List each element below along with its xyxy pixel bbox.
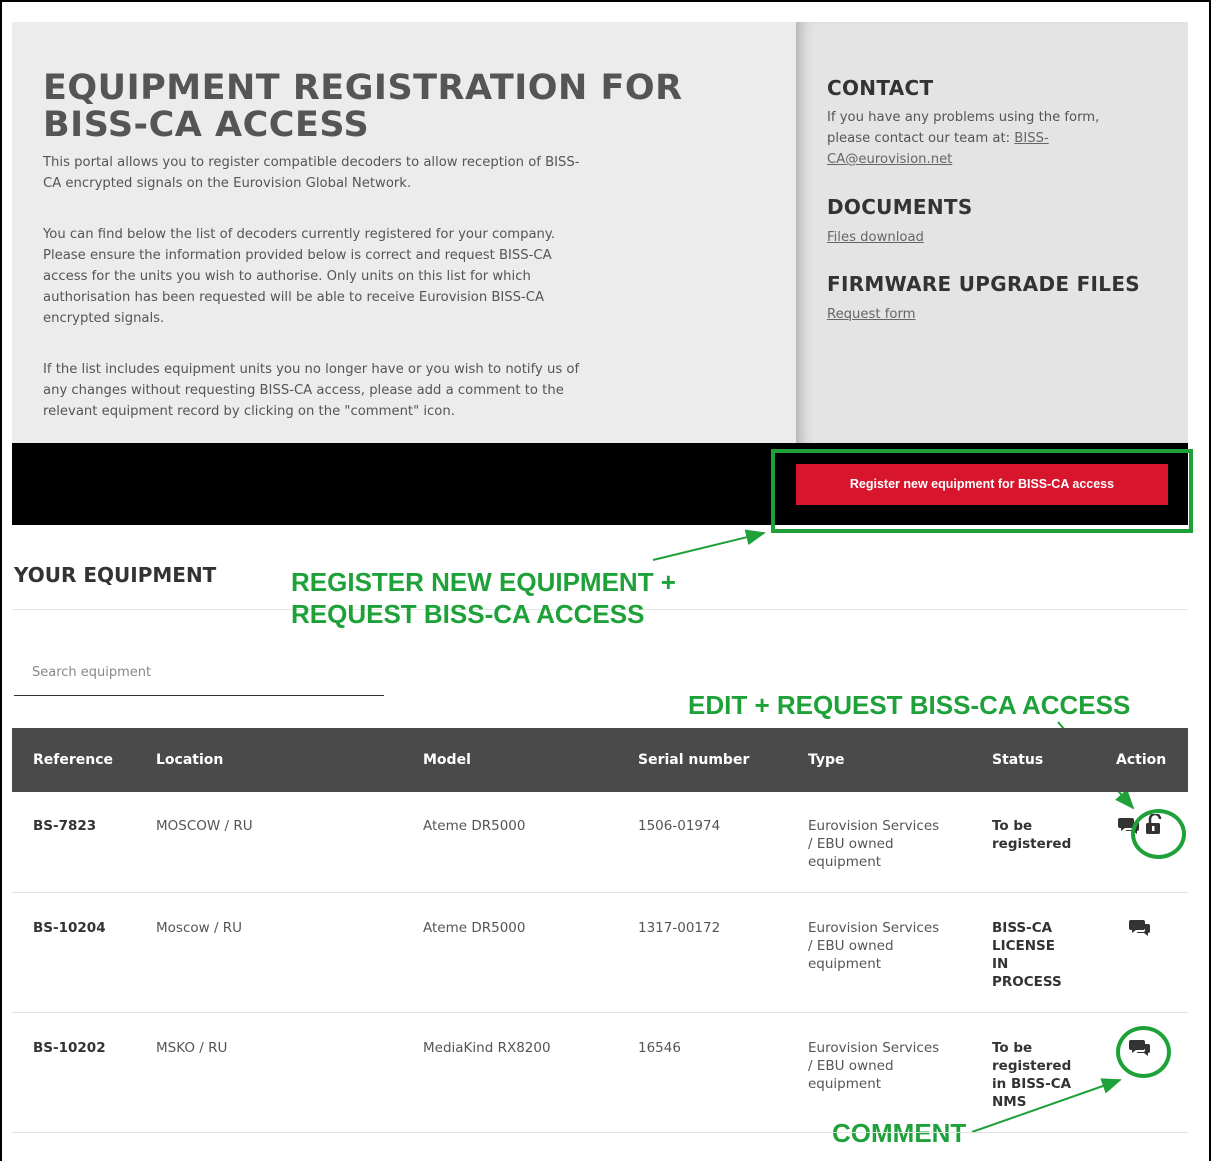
cell-status-line: NMS [992, 1094, 1027, 1110]
row-divider [12, 1132, 1188, 1133]
cell-status: To be registered in BISS-CA NMS [992, 1039, 1082, 1111]
cell-status-line: BISS-CA [992, 920, 1053, 936]
page-title: EQUIPMENT REGISTRATION FOR BISS-CA ACCES… [43, 70, 763, 144]
annotation-circle-comment [1116, 1026, 1171, 1078]
cell-type-line: / EBU owned [808, 938, 894, 954]
cell-reference: BS-10204 [33, 920, 106, 936]
annotation-register: REGISTER NEW EQUIPMENT + REQUEST BISS-CA… [291, 566, 676, 630]
cell-type: Eurovision Services / EBU owned equipmen… [808, 919, 958, 973]
cell-model: MediaKind RX8200 [423, 1040, 551, 1056]
annotation-register-line: REGISTER NEW EQUIPMENT + [291, 567, 676, 597]
cell-type: Eurovision Services / EBU owned equipmen… [808, 817, 958, 871]
cell-status-line: To be [992, 1040, 1033, 1056]
cell-model: Ateme DR5000 [423, 818, 526, 834]
cell-status-line: in BISS-CA [992, 1076, 1072, 1092]
cell-status-line: To be [992, 818, 1033, 834]
annotation-highlight-register [771, 449, 1193, 533]
cell-serial: 1317-00172 [638, 920, 721, 936]
instructions-line: authorisation has been requested will be… [43, 290, 545, 305]
contact-email-link[interactable]: BISS- [1014, 131, 1048, 146]
cell-status: BISS-CA LICENSE IN PROCESS [992, 919, 1082, 991]
cell-location: Moscow / RU [156, 920, 243, 936]
cell-status-line: PROCESS [992, 974, 1062, 990]
cell-type-line: / EBU owned [808, 836, 894, 852]
contact-heading: CONTACT [827, 76, 934, 100]
search-input[interactable] [14, 650, 384, 696]
intro-paragraph: This portal allows you to register compa… [43, 152, 643, 194]
column-header-location[interactable]: Location [156, 728, 223, 792]
cell-type: Eurovision Services / EBU owned equipmen… [808, 1039, 958, 1093]
annotation-register-line: REQUEST BISS-CA ACCESS [291, 599, 645, 629]
column-header-action: Action [1116, 752, 1167, 768]
documents-heading: DOCUMENTS [827, 195, 973, 219]
comment-instructions-line: relevant equipment record by clicking on… [43, 404, 455, 419]
cell-status-line: IN [992, 956, 1009, 972]
instructions-line: access for the units you wish to authori… [43, 269, 531, 284]
comment-icon[interactable] [1129, 918, 1151, 936]
comment-instructions-line: If the list includes equipment units you… [43, 362, 580, 377]
request-form-link[interactable]: Request form [827, 304, 916, 325]
row-divider [12, 892, 1188, 893]
cell-status-line: registered [992, 1058, 1072, 1074]
cell-reference: BS-10202 [33, 1040, 106, 1056]
cell-type-line: Eurovision Services [808, 818, 940, 834]
cell-location: MOSCOW / RU [156, 818, 253, 834]
cell-type-line: Eurovision Services [808, 1040, 940, 1056]
cell-type-line: equipment [808, 956, 882, 972]
intro-line: CA encrypted signals on the Eurovision G… [43, 176, 412, 191]
cell-status-line: LICENSE [992, 938, 1055, 954]
page-title-line-1: EQUIPMENT REGISTRATION FOR [43, 68, 683, 108]
section-title: YOUR EQUIPMENT [14, 563, 217, 587]
firmware-heading: FIRMWARE UPGRADE FILES [827, 272, 1141, 296]
contact-line: If you have any problems using the form, [827, 110, 1100, 125]
annotation-edit: EDIT + REQUEST BISS-CA ACCESS [688, 690, 1131, 720]
cell-model: Ateme DR5000 [423, 920, 526, 936]
cell-serial: 1506-01974 [638, 818, 721, 834]
column-header-reference[interactable]: Reference [33, 728, 113, 792]
contact-email-link-continued[interactable]: CA@eurovision.net [827, 152, 952, 167]
cell-type-line: equipment [808, 1076, 882, 1092]
cell-status-line: registered [992, 836, 1072, 852]
cell-serial: 16546 [638, 1040, 681, 1056]
comment-instructions-line: any changes without requesting BISS-CA a… [43, 383, 564, 398]
annotation-circle-edit [1131, 809, 1186, 859]
cell-type-line: Eurovision Services [808, 920, 940, 936]
column-header-type[interactable]: Type [808, 728, 845, 792]
files-download-link[interactable]: Files download [827, 227, 924, 248]
column-header-model[interactable]: Model [423, 728, 471, 792]
instructions-line: encrypted signals. [43, 311, 165, 326]
annotation-comment: COMMENT [832, 1118, 967, 1148]
cell-status: To be registered [992, 817, 1082, 853]
column-header-status[interactable]: Status [992, 728, 1043, 792]
row-divider [12, 1012, 1188, 1013]
instructions-line: You can find below the list of decoders … [43, 227, 556, 242]
comment-instructions-paragraph: If the list includes equipment units you… [43, 359, 643, 422]
cell-type-line: equipment [808, 854, 882, 870]
instructions-paragraph: You can find below the list of decoders … [43, 224, 643, 329]
intro-line: This portal allows you to register compa… [43, 155, 580, 170]
column-header-serial[interactable]: Serial number [638, 728, 749, 792]
table-header: Reference Location Model Serial number T… [12, 728, 1188, 792]
page-title-line-2: BISS-CA ACCESS [43, 105, 370, 145]
cell-type-line: / EBU owned [808, 1058, 894, 1074]
cell-location: MSKO / RU [156, 1040, 228, 1056]
contact-text: If you have any problems using the form,… [827, 107, 1157, 170]
cell-reference: BS-7823 [33, 818, 97, 834]
instructions-line: Please ensure the information provided b… [43, 248, 552, 263]
contact-line: please contact our team at: [827, 131, 1015, 146]
